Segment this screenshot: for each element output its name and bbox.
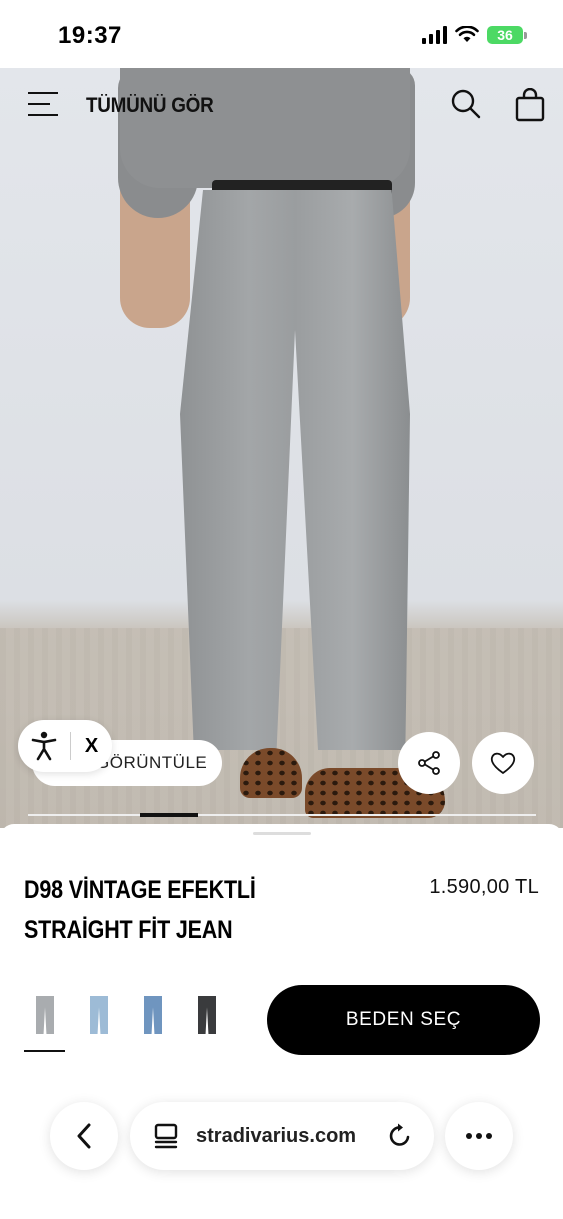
swatch-grey[interactable] (24, 994, 66, 1052)
sheet-handle[interactable] (253, 832, 311, 835)
menu-icon[interactable] (28, 92, 58, 118)
select-size-button[interactable]: BEDEN SEÇ (267, 985, 540, 1055)
top-nav: TÜMÜNÜ GÖR (0, 80, 563, 132)
status-time: 19:37 (58, 22, 122, 49)
swatch-light-blue[interactable] (78, 994, 120, 1052)
accessibility-close-button[interactable]: X (71, 735, 112, 758)
accessibility-icon[interactable] (18, 720, 70, 772)
product-price: 1.590,00 TL (429, 876, 539, 898)
battery-level: 36 (487, 26, 523, 44)
shopping-bag-icon[interactable] (514, 88, 546, 122)
reload-icon[interactable] (386, 1122, 414, 1150)
heart-icon (490, 752, 516, 774)
accessibility-widget[interactable]: X (18, 720, 112, 772)
share-icon (418, 751, 440, 775)
status-bar: 19:37 36 (0, 0, 563, 70)
gallery-progress (28, 813, 536, 817)
view-label: GÖRÜNTÜLE (96, 753, 208, 772)
swatch-black[interactable] (186, 994, 228, 1052)
more-icon (466, 1133, 472, 1139)
product-title: D98 VİNTAGE EFEKTLİ STRAİGHT FİT JEAN (24, 876, 256, 944)
browser-toolbar: stradivarius.com (0, 1094, 563, 1219)
back-button[interactable] (50, 1102, 118, 1170)
status-icons: 36 (422, 26, 527, 44)
tabs-icon[interactable] (152, 1122, 180, 1150)
address-bar[interactable]: stradivarius.com (130, 1102, 434, 1170)
swatch-mid-blue[interactable] (132, 994, 174, 1052)
gallery-progress-indicator (140, 813, 198, 817)
cellular-signal-icon (422, 26, 447, 44)
see-all-link[interactable]: TÜMÜNÜ GÖR (86, 94, 214, 118)
battery-charging-icon: 36 (487, 26, 527, 44)
more-button[interactable] (445, 1102, 513, 1170)
product-sheet: D98 VİNTAGE EFEKTLİ STRAİGHT FİT JEAN 1.… (0, 824, 563, 1094)
favorite-button[interactable] (472, 732, 534, 794)
search-icon[interactable] (450, 88, 482, 120)
back-chevron-icon (77, 1123, 91, 1149)
wifi-icon (455, 26, 479, 42)
product-image[interactable] (0, 68, 563, 828)
url-text: stradivarius.com (196, 1124, 357, 1147)
share-button[interactable] (398, 732, 460, 794)
color-swatches (24, 994, 228, 1052)
